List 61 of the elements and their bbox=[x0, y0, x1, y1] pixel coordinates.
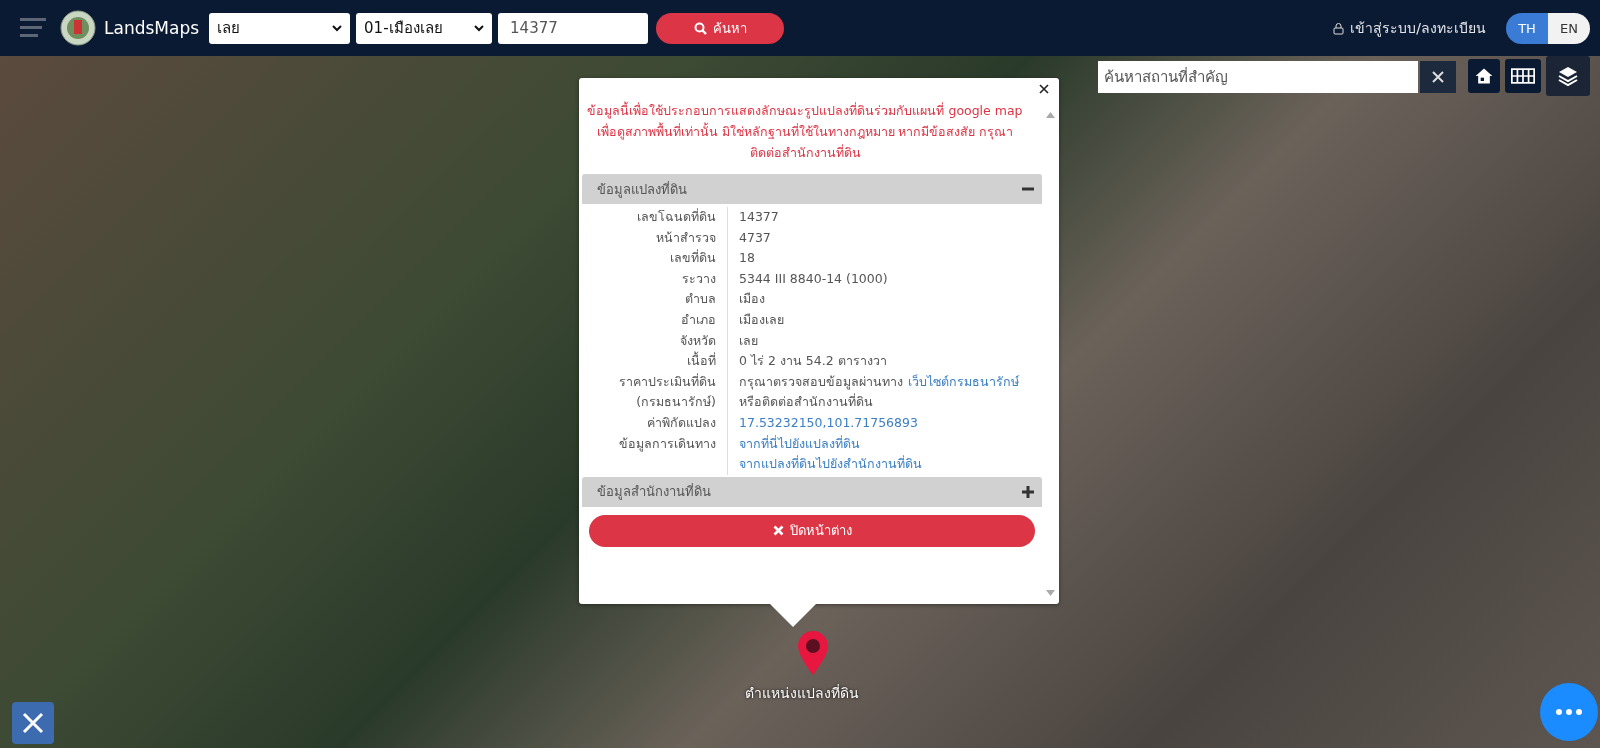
field-value: กรุณาตรวจสอบข้อมูลผ่านทาง bbox=[739, 372, 903, 392]
popup-pointer bbox=[769, 603, 817, 627]
disclaimer-text: ข้อมูลนี้เพื่อใช้ประกอบการแสดงลักษณะรูปแปลงที่ดินร่วมกับแผนที่ google map เพื่อดูสภาพพื้นที่เท่านั้น มิใช่หลักฐานที่ใช้ในทางกฎหมาย หากมีข้อสงสัย กรุณาติดต่อสำนักงานที่ดิน bbox=[586, 100, 1024, 162]
field-label: เลขโฉนดที่ดิน bbox=[582, 207, 728, 228]
chevron-down-icon bbox=[332, 24, 343, 32]
grid-icon bbox=[1511, 67, 1535, 85]
field-value: 14377 bbox=[739, 208, 779, 226]
place-search-field[interactable]: ค้นหาสถานที่สำคัญ bbox=[1098, 61, 1418, 93]
language-toggle[interactable]: EN bbox=[1548, 12, 1590, 44]
lock-icon bbox=[1333, 21, 1345, 35]
field-label: (กรมธนารักษ์) bbox=[582, 392, 728, 413]
search-icon bbox=[693, 21, 707, 35]
language-toggle[interactable]: TH bbox=[1506, 12, 1548, 44]
field-label: ค่าพิกัดแปลง bbox=[582, 412, 728, 434]
field-label: ข้อมูลการเดินทาง bbox=[582, 433, 728, 455]
satellite-map[interactable] bbox=[0, 56, 1600, 748]
chevron-down-icon bbox=[474, 24, 485, 32]
close-icon[interactable] bbox=[1420, 61, 1456, 93]
crossed-tools-icon bbox=[21, 711, 45, 735]
more-button[interactable] bbox=[1540, 683, 1598, 741]
field-label: หน้าสำรวจ bbox=[582, 227, 728, 249]
parcel-number-field[interactable]: 14377 bbox=[498, 12, 649, 44]
field-label: อำเภอ bbox=[582, 309, 728, 331]
field-value: 4737 bbox=[739, 228, 771, 247]
location-pin-icon bbox=[796, 630, 830, 676]
field-value: เมืองเลย bbox=[739, 310, 784, 329]
link[interactable]: จากที่นี่ไปยังแปลงที่ดิน bbox=[739, 433, 860, 455]
brand-name: LandsMaps bbox=[104, 18, 200, 38]
section-header[interactable]: ข้อมูลแปลงที่ดิน bbox=[582, 174, 1042, 204]
field-label: ราคาประเมินที่ดิน bbox=[582, 371, 728, 393]
section-header[interactable]: ข้อมูลสำนักงานที่ดิน bbox=[582, 476, 1042, 507]
emblem-logo bbox=[60, 10, 96, 46]
field-label: เนื้อที่ bbox=[582, 351, 728, 372]
search-button[interactable]: ค้นหา bbox=[656, 12, 785, 44]
menu-icon[interactable] bbox=[20, 18, 46, 38]
home-button[interactable] bbox=[1468, 59, 1500, 93]
field-value: หรือติดต่อสำนักงานที่ดิน bbox=[739, 392, 873, 412]
field-label: เลขที่ดิน bbox=[582, 248, 728, 269]
link[interactable]: จากแปลงที่ดินไปยังสำนักงานที่ดิน bbox=[739, 454, 922, 475]
field-value: เมือง bbox=[739, 290, 765, 309]
field-label: ตำบล bbox=[582, 289, 728, 310]
field-label: ระวาง bbox=[582, 268, 728, 290]
close-window-button[interactable]: ปิดหน้าต่าง bbox=[589, 514, 1035, 547]
field-value: 0 ไร่ 2 งาน 54.2 ตารางวา bbox=[739, 352, 887, 371]
field-value: เลย bbox=[739, 331, 758, 350]
close-icon bbox=[772, 525, 784, 537]
marker-label: ตำแหน่งแปลงที่ดิน bbox=[745, 683, 859, 703]
link[interactable]: เว็บไซต์กรมธนารักษ์ bbox=[908, 371, 1019, 393]
field-value: 18 bbox=[739, 249, 755, 268]
field-label: จังหวัด bbox=[582, 330, 728, 352]
plus-icon bbox=[1022, 485, 1034, 498]
dots-icon bbox=[1556, 709, 1582, 715]
field-value: 5344 III 8840-14 (1000) bbox=[739, 269, 888, 288]
grid-button[interactable] bbox=[1505, 59, 1541, 93]
login-link[interactable]: เข้าสู่ระบบ/ลงทะเบียน bbox=[1333, 17, 1486, 39]
link[interactable]: 17.53232150,101.71756893 bbox=[739, 412, 918, 434]
province-select[interactable]: เลย bbox=[209, 12, 351, 44]
close-icon[interactable] bbox=[1037, 82, 1051, 96]
layers-button[interactable] bbox=[1546, 56, 1590, 96]
layers-icon bbox=[1557, 65, 1579, 87]
district-select[interactable]: 01-เมืองเลย bbox=[356, 12, 493, 44]
